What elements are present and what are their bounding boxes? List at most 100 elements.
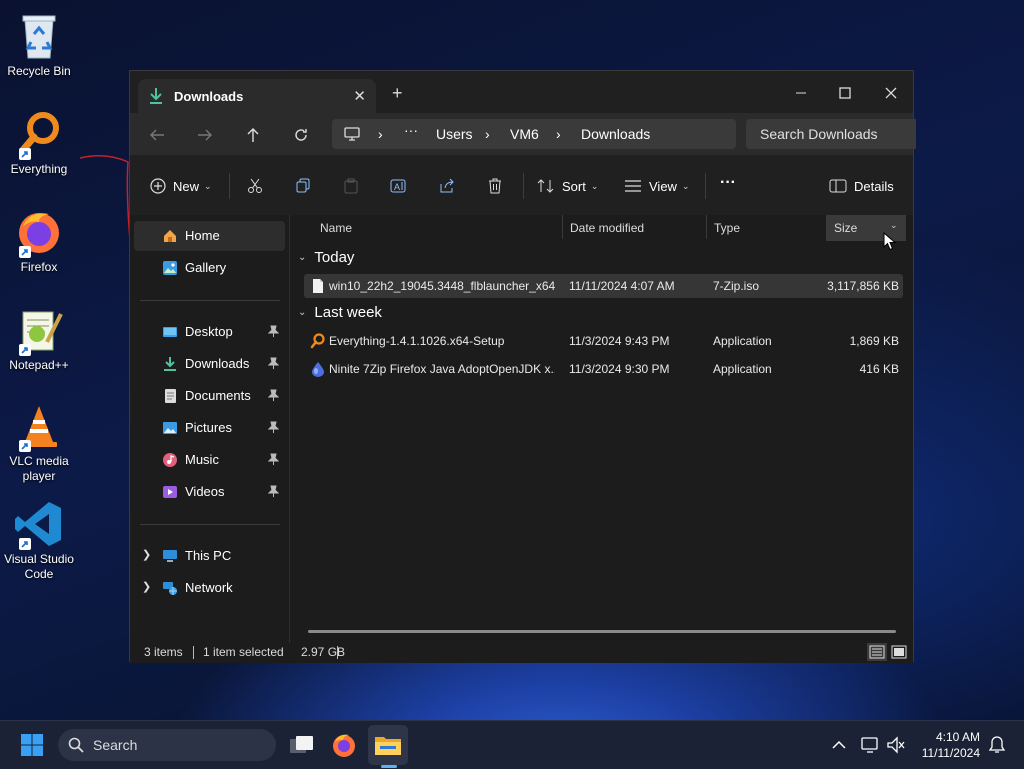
new-tab-button[interactable]: + — [392, 84, 403, 102]
desktop-icon-firefox[interactable]: Firefox — [0, 202, 78, 275]
chevron-right-icon[interactable]: ❯ — [142, 548, 151, 561]
desktop-icon-label: Everything — [10, 162, 68, 176]
start-button[interactable] — [12, 725, 52, 765]
close-window-button[interactable] — [876, 79, 906, 107]
desktop-icon-recycle-bin[interactable]: Recycle Bin — [0, 6, 78, 79]
notification-bell-icon[interactable] — [987, 735, 1007, 755]
breadcrumb-vm6[interactable]: VM6 — [510, 126, 539, 142]
shortcut-arrow-icon — [19, 440, 31, 452]
share-button[interactable] — [439, 175, 455, 197]
ninite-app-icon — [310, 361, 326, 377]
file-row[interactable]: Everything-1.4.1.1026.x64-Setup 11/3/202… — [304, 329, 903, 353]
trash-icon — [489, 178, 501, 194]
sidebar-item-videos[interactable]: Videos — [134, 477, 285, 507]
desktop-icon-everything[interactable]: Everything — [0, 104, 78, 177]
details-view-button[interactable] — [867, 643, 887, 661]
task-view-icon — [290, 736, 313, 753]
more-options-icon[interactable]: ··· — [720, 172, 736, 194]
sidebar-item-music[interactable]: Music — [134, 445, 285, 475]
column-header-type[interactable]: Type — [706, 215, 826, 241]
tab-downloads[interactable]: Downloads ✕ — [138, 79, 376, 113]
paste-button[interactable] — [343, 175, 359, 197]
selection-size: 2.97 GB — [301, 645, 346, 659]
sidebar-item-home[interactable]: Home — [134, 221, 285, 251]
breadcrumb-downloads[interactable]: Downloads — [581, 126, 650, 142]
shortcut-arrow-icon — [19, 344, 31, 356]
system-clock[interactable]: 4:10 AM 11/11/2024 — [922, 729, 980, 761]
pin-icon[interactable] — [268, 357, 279, 369]
sidebar-item-documents[interactable]: Documents — [134, 381, 285, 411]
windows-logo-icon — [21, 734, 43, 756]
pin-icon[interactable] — [268, 485, 279, 497]
taskbar-file-explorer[interactable] — [368, 725, 408, 765]
new-button[interactable]: New ⌄ — [150, 175, 212, 197]
task-view-button[interactable] — [282, 725, 322, 765]
group-header-last-week[interactable]: ⌄ Last week — [298, 304, 382, 321]
sidebar-item-pictures[interactable]: Pictures — [134, 413, 285, 443]
chevron-right-icon[interactable]: ❯ — [142, 580, 151, 593]
back-button[interactable] — [146, 124, 168, 146]
more-locations-icon[interactable]: ··· — [404, 122, 418, 138]
close-tab-icon[interactable]: ✕ — [353, 87, 366, 105]
refresh-icon — [295, 129, 307, 141]
sidebar-item-gallery[interactable]: Gallery — [134, 253, 285, 283]
chevron-up-icon[interactable] — [829, 735, 849, 755]
arrow-up-icon — [247, 128, 259, 142]
taskbar-search[interactable]: Search — [58, 729, 276, 761]
home-icon — [162, 228, 178, 244]
details-pane-button[interactable]: Details — [829, 175, 894, 197]
sidebar-item-this-pc[interactable]: ❯ This PC — [134, 541, 285, 571]
arrow-left-icon — [150, 129, 164, 141]
tiles-view-button[interactable] — [889, 643, 909, 661]
network-status-icon[interactable] — [860, 735, 880, 755]
forward-button[interactable] — [194, 124, 216, 146]
search-input[interactable]: Search Downloads — [746, 119, 916, 149]
column-header-name[interactable]: Name — [312, 215, 562, 241]
delete-button[interactable] — [487, 175, 503, 197]
file-row[interactable]: Ninite 7Zip Firefox Java AdoptOpenJDK x.… — [304, 357, 903, 381]
network-icon — [162, 580, 178, 596]
minimize-button[interactable] — [786, 79, 816, 107]
group-header-today[interactable]: ⌄ Today — [298, 249, 354, 266]
sort-button[interactable]: Sort ⌄ — [537, 175, 598, 197]
column-header-date-modified[interactable]: Date modified — [562, 215, 706, 241]
maximize-icon — [839, 87, 851, 99]
downloads-folder-icon — [162, 356, 178, 372]
refresh-button[interactable] — [290, 124, 312, 146]
volume-muted-icon[interactable] — [886, 735, 906, 755]
horizontal-scrollbar[interactable] — [308, 630, 896, 633]
taskbar-firefox[interactable] — [324, 725, 364, 765]
desktop-icon-vlc[interactable]: VLC media player — [0, 396, 78, 484]
chevron-down-icon[interactable]: ⌄ — [890, 220, 898, 231]
pin-icon[interactable] — [268, 389, 279, 401]
pin-icon[interactable] — [268, 325, 279, 337]
cut-button[interactable] — [247, 175, 263, 197]
maximize-button[interactable] — [830, 79, 860, 107]
sidebar-item-network[interactable]: ❯ Network — [134, 573, 285, 603]
up-button[interactable] — [242, 124, 264, 146]
view-button[interactable]: View ⌄ — [624, 175, 690, 197]
pin-icon[interactable] — [268, 453, 279, 465]
vlc-cone-icon — [13, 400, 65, 452]
desktop-icon-label: VLC media player — [9, 454, 69, 483]
minimize-icon — [796, 92, 806, 94]
status-bar: 3 items 1 item selected 2.97 GB — [130, 643, 913, 663]
chevron-right-icon: › — [485, 126, 490, 142]
sidebar-item-downloads[interactable]: Downloads — [134, 349, 285, 379]
breadcrumb-users[interactable]: Users — [436, 126, 473, 142]
shortcut-arrow-icon — [19, 538, 31, 550]
sidebar-item-desktop[interactable]: Desktop — [134, 317, 285, 347]
breadcrumb[interactable]: › ··· Users › VM6 › Downloads — [332, 119, 736, 149]
desktop-icon-notepadpp[interactable]: Notepad++ — [0, 300, 78, 373]
taskbar-search-label: Search — [93, 737, 138, 753]
firefox-icon — [13, 206, 65, 258]
close-icon — [885, 87, 897, 99]
pictures-folder-icon — [162, 420, 178, 436]
chevron-right-icon: › — [378, 126, 383, 142]
copy-button[interactable] — [295, 175, 311, 197]
file-row[interactable]: win10_22h2_19045.3448_flblauncher_x64_..… — [304, 274, 903, 298]
rename-button[interactable]: A — [390, 175, 408, 197]
everything-app-icon — [310, 333, 326, 349]
desktop-icon-vscode[interactable]: Visual Studio Code — [0, 494, 78, 582]
pin-icon[interactable] — [268, 421, 279, 433]
